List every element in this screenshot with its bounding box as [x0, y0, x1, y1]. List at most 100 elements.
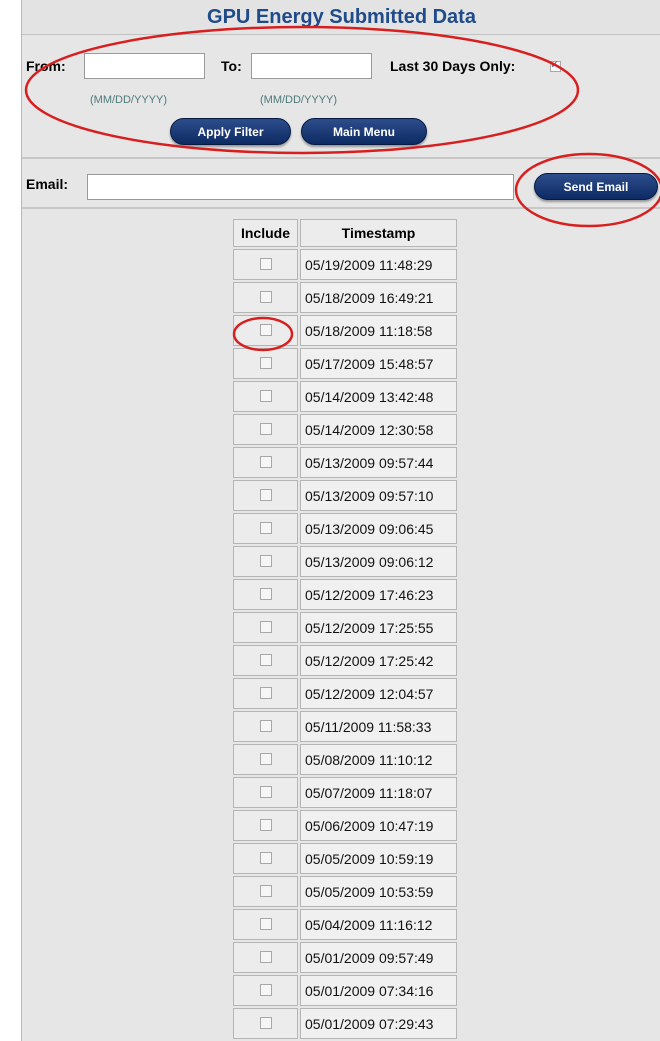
send-email-button[interactable]: Send Email — [534, 173, 658, 200]
table-row: 05/13/2009 09:06:12 — [233, 546, 457, 577]
table-row: 05/05/2009 10:59:19 — [233, 843, 457, 874]
include-checkbox[interactable] — [259, 456, 272, 469]
timestamp-cell: 05/05/2009 10:59:19 — [300, 843, 457, 874]
include-checkbox[interactable] — [259, 489, 272, 502]
include-checkbox[interactable] — [259, 1017, 272, 1030]
include-cell — [233, 777, 298, 808]
timestamp-cell: 05/12/2009 12:04:57 — [300, 678, 457, 709]
include-cell — [233, 678, 298, 709]
timestamp-cell: 05/08/2009 11:10:12 — [300, 744, 457, 775]
include-checkbox[interactable] — [259, 390, 272, 403]
include-checkbox[interactable] — [259, 258, 272, 271]
main-menu-button[interactable]: Main Menu — [301, 118, 427, 145]
table-row: 05/12/2009 17:25:42 — [233, 645, 457, 676]
include-cell — [233, 612, 298, 643]
table-row: 05/13/2009 09:57:44 — [233, 447, 457, 478]
timestamp-cell: 05/01/2009 09:57:49 — [300, 942, 457, 973]
main-panel: GPU Energy Submitted Data From: To: Last… — [21, 0, 660, 1041]
include-cell — [233, 744, 298, 775]
table-row: 05/08/2009 11:10:12 — [233, 744, 457, 775]
to-date-input[interactable] — [251, 53, 372, 79]
timestamp-cell: 05/14/2009 13:42:48 — [300, 381, 457, 412]
include-cell — [233, 381, 298, 412]
include-checkbox[interactable] — [259, 555, 272, 568]
email-section: Email: Send Email — [22, 159, 660, 209]
email-input[interactable] — [87, 174, 514, 200]
include-checkbox[interactable] — [259, 687, 272, 700]
timestamp-cell: 05/05/2009 10:53:59 — [300, 876, 457, 907]
table-row: 05/13/2009 09:06:45 — [233, 513, 457, 544]
include-checkbox[interactable] — [259, 753, 272, 766]
results-section: Include Timestamp 05/19/2009 11:48:29 05/… — [22, 209, 660, 1041]
apply-filter-button[interactable]: Apply Filter — [170, 118, 291, 145]
include-checkbox[interactable] — [259, 819, 272, 832]
include-checkbox[interactable] — [259, 357, 272, 370]
include-checkbox[interactable] — [259, 852, 272, 865]
timestamp-cell: 05/12/2009 17:46:23 — [300, 579, 457, 610]
last-30-days-checkbox[interactable]: ✓ — [550, 59, 561, 72]
timestamp-cell: 05/07/2009 11:18:07 — [300, 777, 457, 808]
timestamp-cell: 05/19/2009 11:48:29 — [300, 249, 457, 280]
table-row: 05/01/2009 07:34:16 — [233, 975, 457, 1006]
from-date-input[interactable] — [84, 53, 205, 79]
include-cell — [233, 315, 298, 346]
table-row: 05/13/2009 09:57:10 — [233, 480, 457, 511]
include-cell — [233, 447, 298, 478]
include-cell — [233, 975, 298, 1006]
include-checkbox[interactable] — [259, 654, 272, 667]
timestamp-cell: 05/13/2009 09:57:44 — [300, 447, 457, 478]
timestamp-cell: 05/17/2009 15:48:57 — [300, 348, 457, 379]
timestamp-column-header: Timestamp — [300, 219, 457, 247]
table-row: 05/14/2009 12:30:58 — [233, 414, 457, 445]
include-checkbox[interactable] — [259, 951, 272, 964]
include-cell — [233, 513, 298, 544]
include-cell — [233, 876, 298, 907]
email-label: Email: — [26, 176, 69, 192]
include-checkbox[interactable] — [259, 588, 272, 601]
include-cell — [233, 249, 298, 280]
table-row: 05/18/2009 11:18:58 — [233, 315, 457, 346]
timestamp-cell: 05/12/2009 17:25:42 — [300, 645, 457, 676]
checkbox-checked-icon: ✓ — [550, 59, 560, 71]
timestamp-cell: 05/04/2009 11:16:12 — [300, 909, 457, 940]
from-date-format-hint: (MM/DD/YYYY) — [90, 94, 167, 106]
table-row: 05/18/2009 16:49:21 — [233, 282, 457, 313]
timestamp-cell: 05/12/2009 17:25:55 — [300, 612, 457, 643]
page: GPU Energy Submitted Data From: To: Last… — [0, 0, 660, 1041]
timestamp-cell: 05/13/2009 09:57:10 — [300, 480, 457, 511]
table-row: 05/19/2009 11:48:29 — [233, 249, 457, 280]
include-checkbox[interactable] — [259, 621, 272, 634]
include-cell — [233, 810, 298, 841]
table-header-row: Include Timestamp — [233, 219, 457, 247]
submissions-table: Include Timestamp 05/19/2009 11:48:29 05/… — [231, 217, 459, 1041]
include-cell — [233, 282, 298, 313]
table-row: 05/01/2009 07:29:43 — [233, 1008, 457, 1039]
include-checkbox[interactable] — [259, 918, 272, 931]
include-checkbox[interactable] — [259, 291, 272, 304]
timestamp-cell: 05/18/2009 11:18:58 — [300, 315, 457, 346]
include-checkbox[interactable] — [259, 885, 272, 898]
timestamp-cell: 05/01/2009 07:29:43 — [300, 1008, 457, 1039]
include-checkbox[interactable] — [259, 786, 272, 799]
table-row: 05/12/2009 12:04:57 — [233, 678, 457, 709]
table-row: 05/17/2009 15:48:57 — [233, 348, 457, 379]
timestamp-cell: 05/13/2009 09:06:45 — [300, 513, 457, 544]
include-checkbox[interactable] — [259, 522, 272, 535]
include-cell — [233, 843, 298, 874]
include-checkbox[interactable] — [259, 324, 272, 337]
last-30-days-label: Last 30 Days Only: — [390, 58, 516, 74]
include-column-header: Include — [233, 219, 298, 247]
include-checkbox[interactable] — [259, 984, 272, 997]
include-checkbox[interactable] — [259, 423, 272, 436]
include-cell — [233, 909, 298, 940]
timestamp-cell: 05/01/2009 07:34:16 — [300, 975, 457, 1006]
timestamp-cell: 05/14/2009 12:30:58 — [300, 414, 457, 445]
table-row: 05/01/2009 09:57:49 — [233, 942, 457, 973]
timestamp-cell: 05/13/2009 09:06:12 — [300, 546, 457, 577]
table-row: 05/14/2009 13:42:48 — [233, 381, 457, 412]
to-label: To: — [221, 58, 242, 74]
include-cell — [233, 711, 298, 742]
include-checkbox[interactable] — [259, 720, 272, 733]
table-row: 05/06/2009 10:47:19 — [233, 810, 457, 841]
timestamp-cell: 05/18/2009 16:49:21 — [300, 282, 457, 313]
